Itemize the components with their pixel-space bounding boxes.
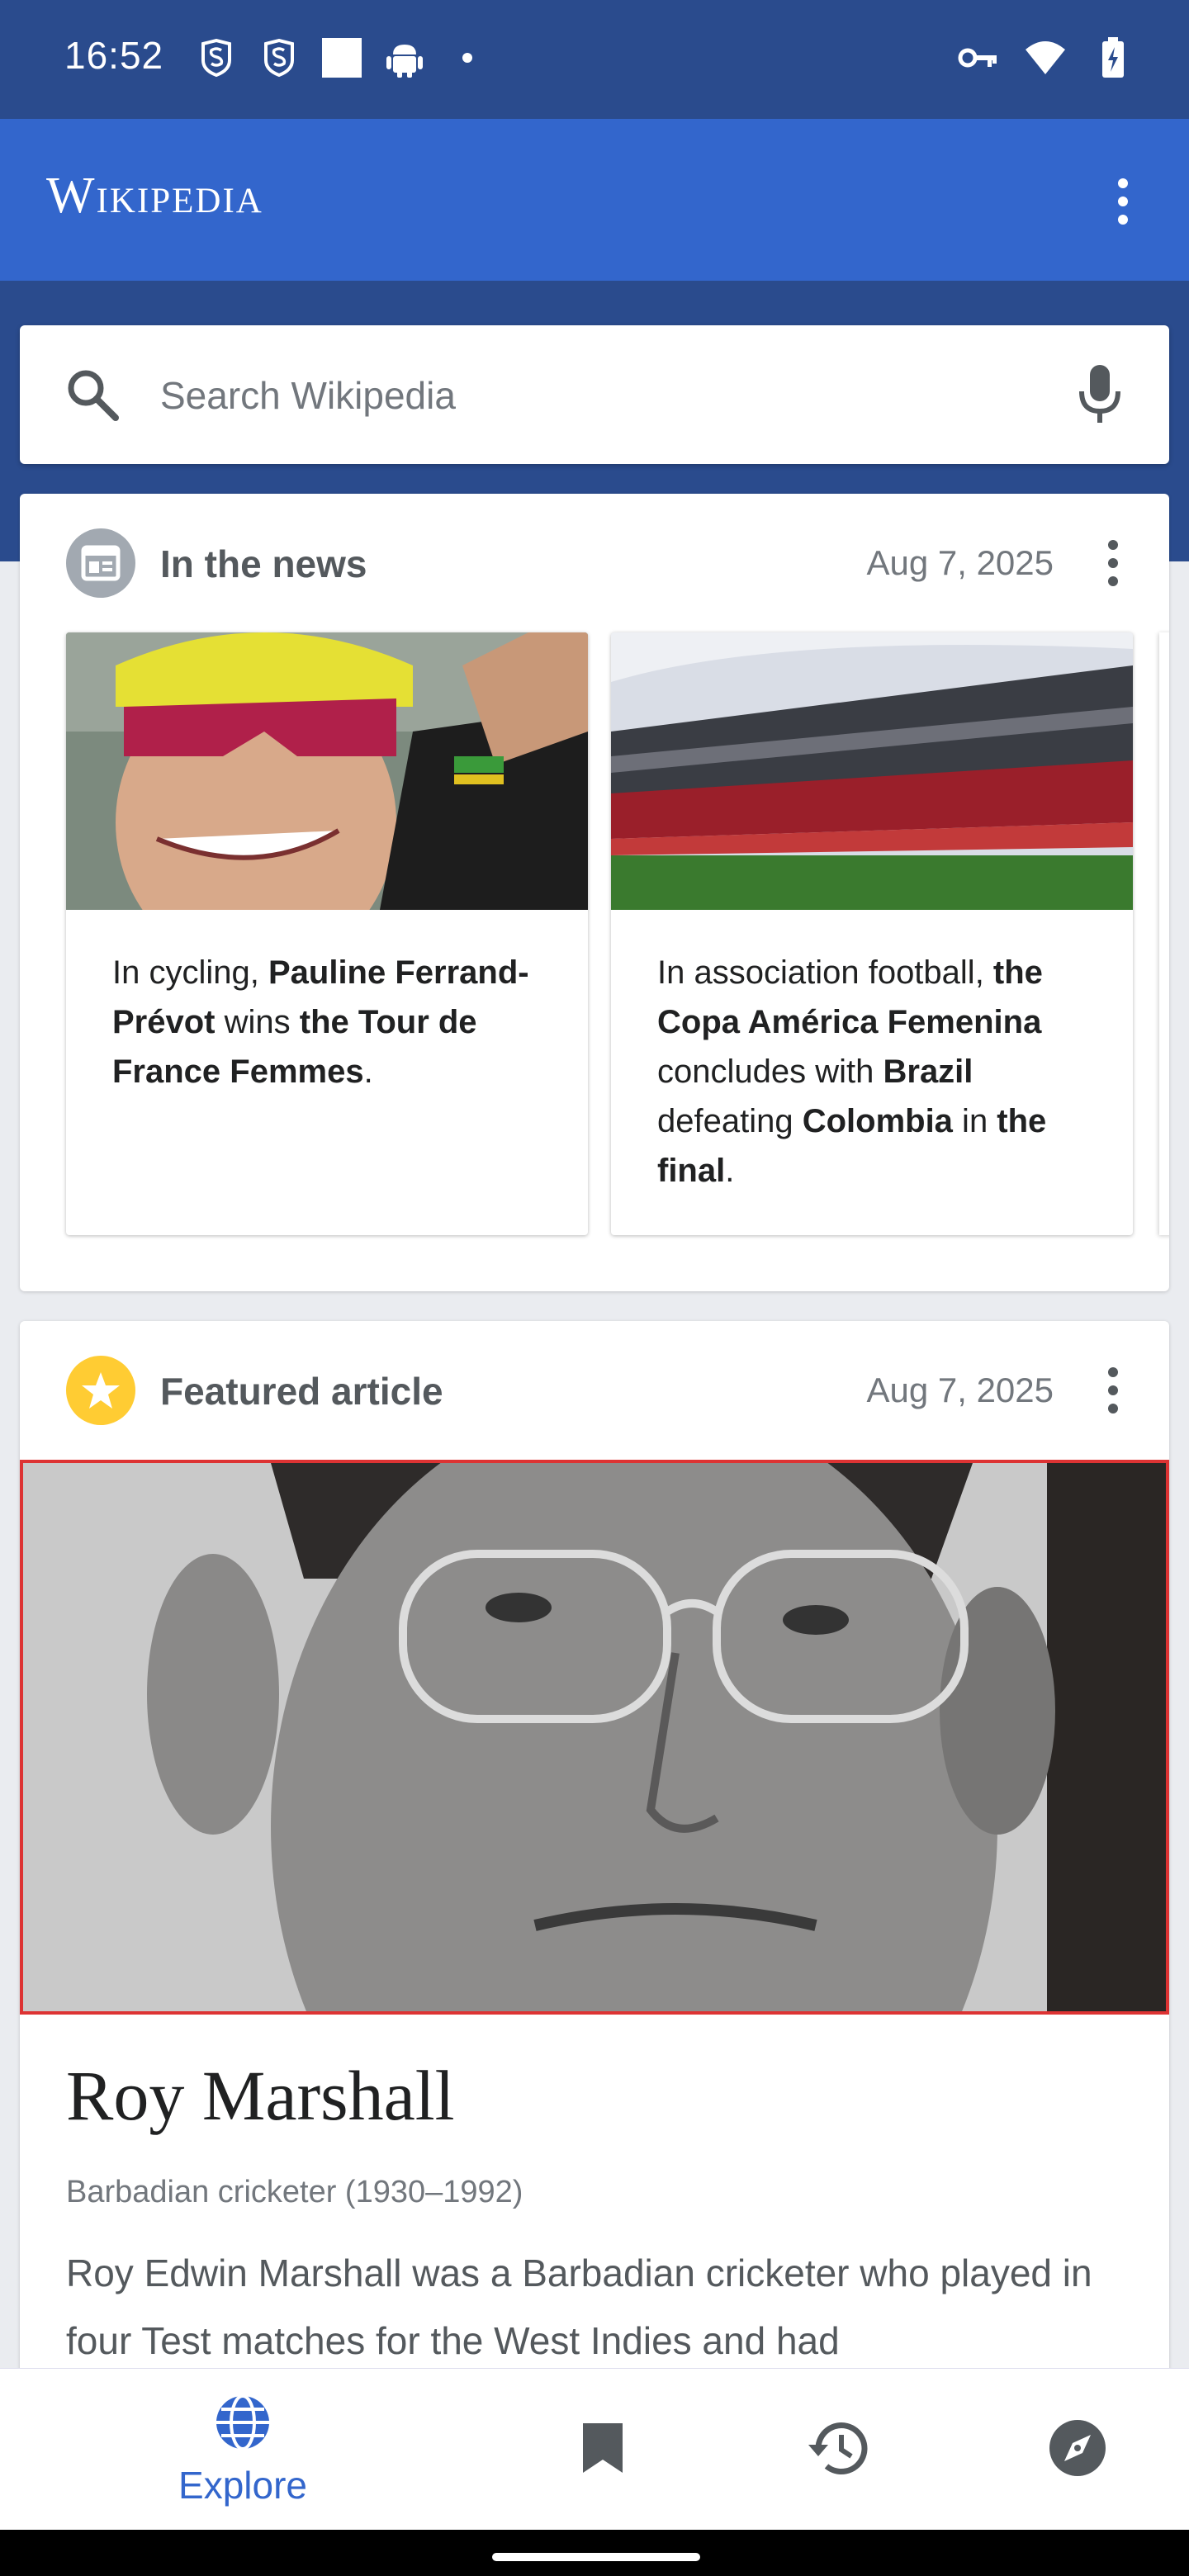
- news-item[interactable]: In association football, the Copa Améric…: [611, 632, 1133, 1235]
- featured-article-image[interactable]: [20, 1460, 1169, 2015]
- more-vert-icon[interactable]: [1093, 1359, 1133, 1422]
- search-bar[interactable]: [20, 325, 1169, 464]
- app-bar: Wikipedia: [0, 119, 1189, 281]
- news-item-peek[interactable]: [1159, 632, 1169, 1235]
- news-item[interactable]: In cycling, Pauline Ferrand-Prévot wins …: [66, 632, 588, 1235]
- bookmark-icon: [580, 2420, 626, 2480]
- news-image-cyclist: [66, 632, 588, 910]
- news-image-stadium: [611, 632, 1133, 910]
- card-title: In the news: [160, 542, 367, 585]
- featured-article-card: Featured article Aug 7, 2025 Roy Marshal…: [20, 1321, 1169, 2394]
- news-link[interactable]: Colombia: [803, 1103, 953, 1139]
- news-text-fragment: In cycling,: [112, 954, 268, 991]
- status-icons-right: [956, 36, 1135, 79]
- wifi-icon: [1024, 36, 1067, 79]
- news-text: In cycling, Pauline Ferrand-Prévot wins …: [112, 948, 555, 1096]
- history-icon: [807, 2418, 869, 2482]
- nav-saved[interactable]: [561, 2369, 644, 2531]
- news-text-fragment: .: [725, 1153, 735, 1189]
- nav-nearby[interactable]: [1032, 2369, 1123, 2531]
- card-header: In the news Aug 7, 2025: [20, 494, 1169, 632]
- microphone-icon[interactable]: [1073, 362, 1126, 428]
- news-text-fragment: .: [363, 1054, 373, 1090]
- news-icon: [66, 528, 135, 598]
- android-icon: [383, 36, 426, 79]
- search-icon: [63, 365, 122, 424]
- nav-explore[interactable]: Explore: [160, 2369, 325, 2531]
- more-vert-icon[interactable]: [1103, 172, 1143, 231]
- nav-explore-label: Explore: [178, 2463, 307, 2507]
- shield-s-icon: [258, 36, 301, 79]
- more-vert-icon[interactable]: [1093, 532, 1133, 594]
- bottom-navigation: Explore: [0, 2368, 1189, 2531]
- compass-icon: [1048, 2418, 1107, 2482]
- status-time: 16:52: [64, 34, 164, 77]
- card-date: Aug 7, 2025: [866, 1371, 1054, 1409]
- card-header: Featured article Aug 7, 2025: [20, 1321, 1169, 1460]
- card-title: Featured article: [160, 1370, 443, 1413]
- nav-history[interactable]: [793, 2369, 883, 2531]
- square-icon: [320, 36, 363, 79]
- gesture-handle[interactable]: [492, 2553, 700, 2561]
- explore-icon: [213, 2393, 272, 2456]
- news-text: In association football, the Copa Améric…: [657, 948, 1100, 1196]
- status-bar: 16:52: [0, 0, 1189, 119]
- news-text-fragment: concludes with: [657, 1054, 883, 1090]
- status-icons-left: [195, 36, 489, 79]
- news-text-fragment: defeating: [657, 1103, 803, 1139]
- in-the-news-card: In the news Aug 7, 2025 In cycling, Paul…: [20, 494, 1169, 1291]
- article-extract[interactable]: Roy Edwin Marshall was a Barbadian crick…: [66, 2239, 1123, 2375]
- news-text-fragment: In association football,: [657, 954, 993, 991]
- article-description: Barbadian cricketer (1930–1992): [66, 2175, 523, 2209]
- shield-s-icon: [195, 36, 238, 79]
- wikipedia-logo: Wikipedia: [46, 168, 263, 224]
- vpn-key-icon: [956, 36, 999, 79]
- star-icon: [66, 1356, 135, 1425]
- article-title[interactable]: Roy Marshall: [66, 2054, 455, 2137]
- news-text-fragment: wins: [215, 1004, 300, 1040]
- card-date: Aug 7, 2025: [866, 543, 1054, 582]
- news-text-fragment: in: [952, 1103, 997, 1139]
- dot-icon: [446, 36, 489, 79]
- battery-icon: [1092, 36, 1135, 79]
- news-link[interactable]: Brazil: [883, 1054, 973, 1090]
- search-input[interactable]: [159, 358, 988, 433]
